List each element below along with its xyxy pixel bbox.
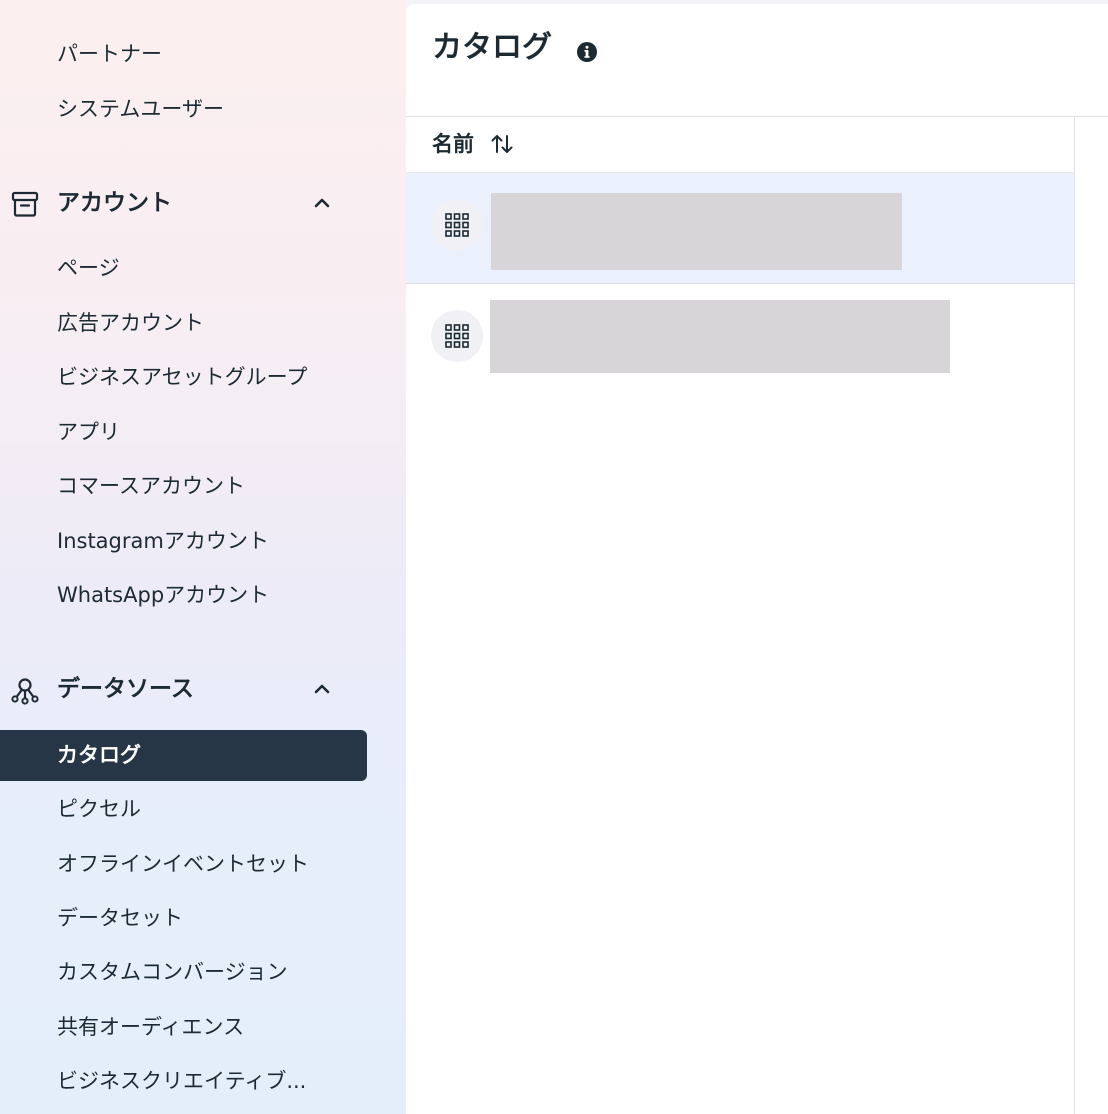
chevron-up-icon[interactable] [310,677,334,701]
sidebar-item-partners[interactable]: パートナー [57,41,162,67]
sidebar-item-offline-event-sets[interactable]: オフラインイベントセット [57,851,309,877]
info-icon[interactable] [576,41,598,63]
sidebar-item-whatsapp-accounts[interactable]: WhatsAppアカウント [57,582,269,608]
sidebar-item-instagram-accounts[interactable]: Instagramアカウント [57,528,269,554]
column-header-name[interactable]: 名前 [432,131,474,157]
sidebar-item-catalog-active[interactable]: カタログ [0,730,367,781]
archive-box-icon [11,191,39,217]
catalog-list: 名前 [406,117,1075,1114]
catalog-avatar [431,310,483,362]
sort-arrows-icon[interactable] [488,130,516,158]
sidebar-item-system-users[interactable]: システムユーザー [57,96,224,122]
section-header-data-sources[interactable]: データソース [0,669,370,709]
grid-icon [445,213,469,237]
grid-icon [445,324,469,348]
section-title-accounts: アカウント [57,190,172,216]
redacted-catalog-name [490,300,950,373]
sidebar-item-datasets[interactable]: データセット [57,905,183,931]
sidebar-item-shared-audiences[interactable]: 共有オーディエンス [57,1014,244,1040]
page-title: カタログ [432,30,552,65]
table-row[interactable] [406,173,1074,284]
sidebar-item-apps[interactable]: アプリ [57,419,120,445]
sidebar-item-pages[interactable]: ページ [57,255,120,281]
sidebar-item-commerce-accounts[interactable]: コマースアカウント [57,473,245,499]
app-root: パートナー システムユーザー アカウント ページ 広告アカウント ビジネスアセッ… [0,0,1108,1114]
sidebar-item-ad-accounts[interactable]: 広告アカウント [57,310,204,336]
section-header-accounts[interactable]: アカウント [0,183,370,223]
section-title-data-sources: データソース [57,676,194,702]
column-header-row: 名前 [406,117,1074,173]
nodes-network-icon [11,678,39,705]
sidebar-item-custom-conversions[interactable]: カスタムコンバージョン [57,959,288,985]
sidebar: パートナー システムユーザー アカウント ページ 広告アカウント ビジネスアセッ… [0,0,406,1114]
redacted-catalog-name [491,193,902,270]
sidebar-item-label: カタログ [57,743,141,767]
main-panel: カタログ 名前 [406,4,1108,1114]
page-header: カタログ [406,4,1108,117]
table-row[interactable] [406,284,1074,392]
sidebar-item-business-asset-groups[interactable]: ビジネスアセットグループ [57,364,307,390]
sidebar-item-pixels[interactable]: ピクセル [57,796,141,822]
catalog-avatar [431,199,483,251]
sidebar-item-business-creative[interactable]: ビジネスクリエイティブ... [57,1068,306,1094]
chevron-up-icon[interactable] [310,191,334,215]
